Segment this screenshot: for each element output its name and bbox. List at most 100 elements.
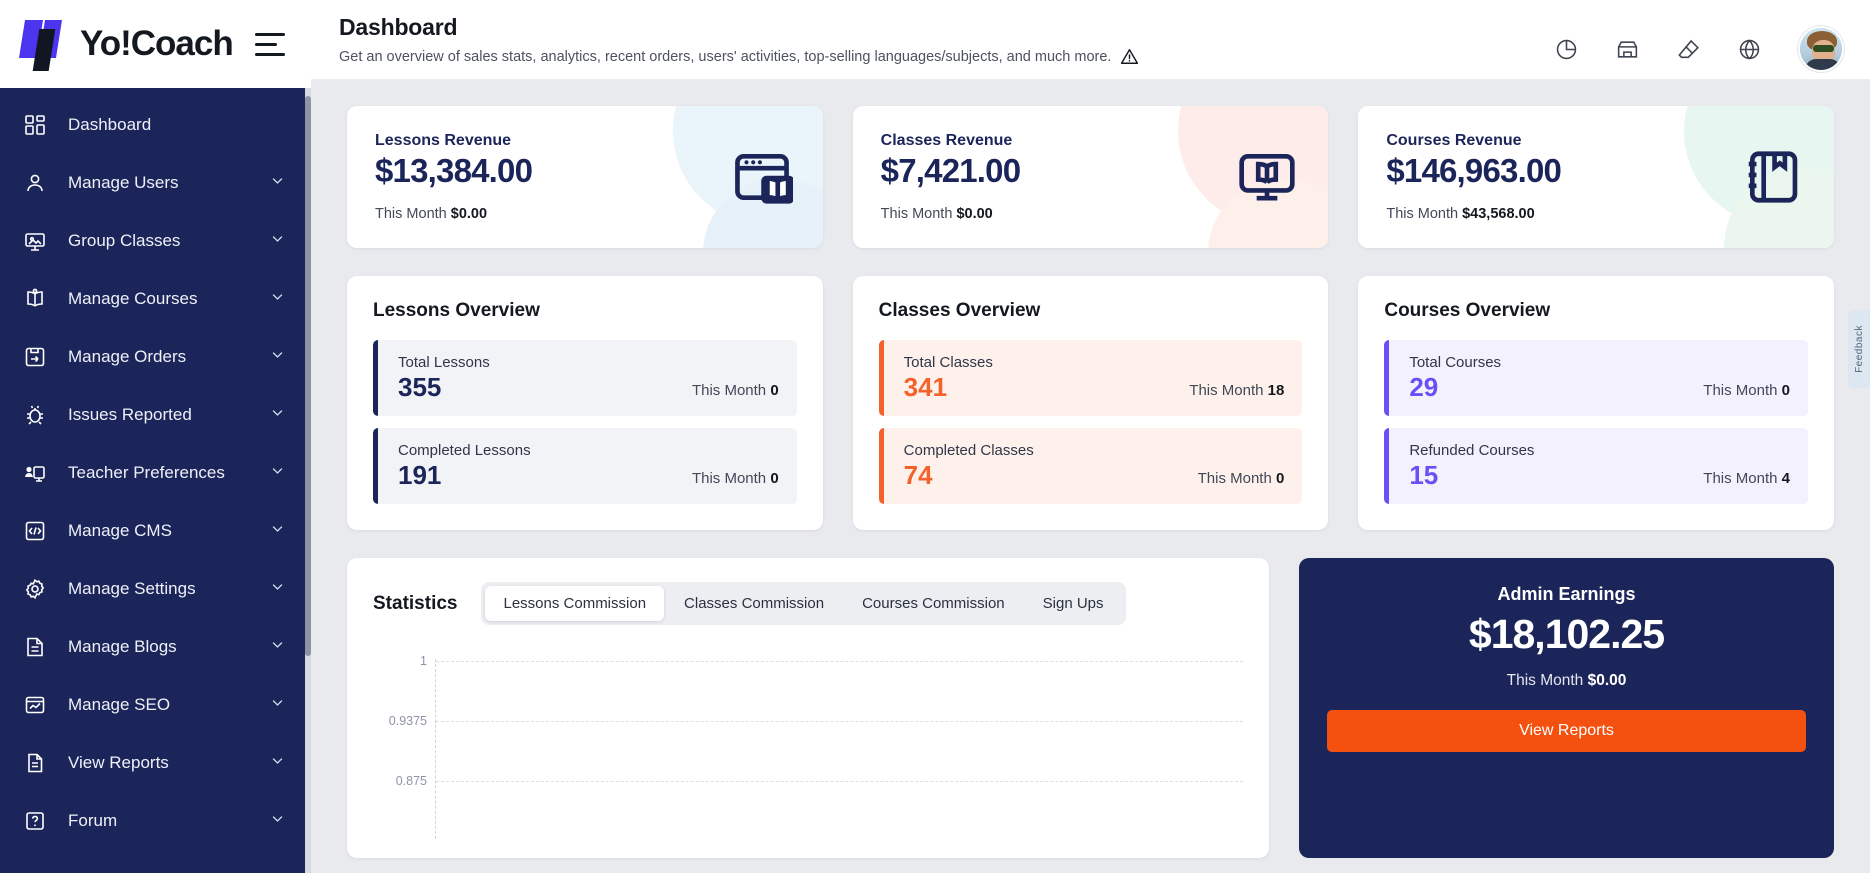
sidebar-item-issues-reported[interactable]: Issues Reported: [0, 386, 311, 444]
sidebar-item-label: Dashboard: [68, 115, 151, 135]
sidebar-item-manage-cms[interactable]: Manage CMS: [0, 502, 311, 560]
sidebar: Yo!Coach Dashboard Manage Users Group Cl…: [0, 0, 311, 873]
user-avatar[interactable]: [1798, 26, 1844, 72]
chevron-down-icon: [270, 173, 285, 193]
yocoach-logo-icon: [22, 17, 66, 71]
stat-value: 15: [1409, 461, 1534, 490]
app-root: Yo!Coach Dashboard Manage Users Group Cl…: [0, 0, 1870, 873]
sidebar-item-label: Manage Users: [68, 173, 179, 193]
stat-label: Total Lessons: [398, 354, 490, 371]
user-icon: [22, 170, 48, 196]
stat-month: This Month 4: [1703, 470, 1790, 490]
chevron-down-icon: [270, 405, 285, 425]
sidebar-item-group-classes[interactable]: Group Classes: [0, 212, 311, 270]
overview-stat-completed-lessons: Completed Lessons 191 This Month 0: [373, 428, 797, 504]
statistics-title: Statistics: [373, 593, 457, 615]
sidebar-item-label: Manage CMS: [68, 521, 172, 541]
document-icon: [22, 750, 48, 776]
browser-book-icon: [731, 146, 793, 213]
stat-value: 29: [1409, 373, 1501, 402]
brand-header: Yo!Coach: [0, 0, 311, 88]
sidebar-item-label: Issues Reported: [68, 405, 192, 425]
gear-icon: [22, 576, 48, 602]
sidebar-item-label: Group Classes: [68, 231, 180, 251]
stat-month-label: This Month: [1703, 382, 1777, 399]
statistics-row: Statistics Lessons Commission Classes Co…: [347, 558, 1834, 858]
tab-sign-ups[interactable]: Sign Ups: [1025, 586, 1122, 621]
card-month-value: $43,568.00: [1462, 206, 1535, 222]
sidebar-item-manage-settings[interactable]: Manage Settings: [0, 560, 311, 618]
stat-month-value: 0: [1782, 382, 1790, 399]
stat-label: Completed Classes: [904, 442, 1034, 459]
feedback-side-tab[interactable]: Feedback: [1848, 310, 1870, 388]
dashboard-icon: [22, 112, 48, 138]
view-reports-button[interactable]: View Reports: [1327, 710, 1806, 752]
card-month-label: This Month: [881, 206, 953, 222]
chevron-down-icon: [270, 695, 285, 715]
sidebar-item-forum[interactable]: Forum: [0, 792, 311, 850]
chart-y-axis: 1 0.9375 0.875: [373, 659, 435, 839]
stat-value: 74: [904, 461, 1034, 490]
revenue-card-classes: Classes Revenue $7,421.00 This Month $0.…: [853, 106, 1329, 248]
stat-month-label: This Month: [1703, 470, 1777, 487]
topbar: Dashboard Get an overview of sales stats…: [311, 0, 1870, 80]
revenue-card-courses: Courses Revenue $146,963.00 This Month $…: [1358, 106, 1834, 248]
sidebar-item-dashboard[interactable]: Dashboard: [0, 96, 311, 154]
sidebar-item-manage-users[interactable]: Manage Users: [0, 154, 311, 212]
earnings-title: Admin Earnings: [1327, 584, 1806, 605]
pie-chart-icon[interactable]: [1554, 37, 1579, 62]
chart-box-icon: [22, 692, 48, 718]
sidebar-item-manage-orders[interactable]: Manage Orders: [0, 328, 311, 386]
main-area: Dashboard Get an overview of sales stats…: [311, 0, 1870, 873]
tab-classes-commission[interactable]: Classes Commission: [666, 586, 842, 621]
eraser-icon[interactable]: [1676, 37, 1701, 62]
sidebar-item-teacher-preferences[interactable]: Teacher Preferences: [0, 444, 311, 502]
y-tick: 0.9375: [389, 714, 427, 728]
card-title: Lessons Overview: [373, 300, 797, 322]
stat-label: Refunded Courses: [1409, 442, 1534, 459]
tab-lessons-commission[interactable]: Lessons Commission: [485, 586, 664, 621]
globe-icon[interactable]: [1737, 37, 1762, 62]
sidebar-item-manage-blogs[interactable]: Manage Blogs: [0, 618, 311, 676]
blog-icon: [22, 634, 48, 660]
stat-label: Completed Lessons: [398, 442, 531, 459]
stat-month-value: 18: [1268, 382, 1285, 399]
topbar-icons: [1554, 12, 1844, 72]
menu-toggle-icon[interactable]: [255, 31, 289, 57]
sidebar-item-label: Manage Orders: [68, 347, 186, 367]
warning-triangle-icon[interactable]: [1120, 47, 1139, 66]
chevron-down-icon: [270, 521, 285, 541]
presentation-icon: [22, 460, 48, 486]
statistics-tabs: Lessons Commission Classes Commission Co…: [481, 582, 1125, 625]
topbar-left: Dashboard Get an overview of sales stats…: [339, 12, 1139, 66]
sidebar-item-label: Manage SEO: [68, 695, 170, 715]
y-tick: 0.875: [396, 774, 427, 788]
chevron-down-icon: [270, 289, 285, 309]
sidebar-item-manage-seo[interactable]: Manage SEO: [0, 676, 311, 734]
chevron-down-icon: [270, 811, 285, 831]
save-icon: [22, 344, 48, 370]
revenue-cards-row: Lessons Revenue $13,384.00 This Month $0…: [347, 106, 1834, 248]
sidebar-item-label: View Reports: [68, 753, 169, 773]
stat-value: 191: [398, 461, 531, 490]
statistics-card: Statistics Lessons Commission Classes Co…: [347, 558, 1269, 858]
stat-month-value: 4: [1782, 470, 1790, 487]
brand-name: Yo!Coach: [80, 24, 233, 64]
sidebar-item-label: Manage Courses: [68, 289, 197, 309]
stat-month-label: This Month: [1189, 382, 1263, 399]
monitor-book-icon: [1236, 146, 1298, 213]
store-icon[interactable]: [1615, 37, 1640, 62]
card-month-label: This Month: [1386, 206, 1458, 222]
overview-stat-total-lessons: Total Lessons 355 This Month 0: [373, 340, 797, 416]
stat-month-label: This Month: [692, 470, 766, 487]
whiteboard-icon: [22, 228, 48, 254]
admin-earnings-card: Admin Earnings $18,102.25 This Month $0.…: [1299, 558, 1834, 858]
stat-value: 355: [398, 373, 490, 402]
statistics-header: Statistics Lessons Commission Classes Co…: [373, 582, 1243, 625]
page-subtitle-row: Get an overview of sales stats, analytic…: [339, 47, 1139, 66]
bug-icon: [22, 402, 48, 428]
sidebar-item-manage-courses[interactable]: Manage Courses: [0, 270, 311, 328]
overview-card-classes: Classes Overview Total Classes 341 This …: [853, 276, 1329, 530]
tab-courses-commission[interactable]: Courses Commission: [844, 586, 1023, 621]
sidebar-item-view-reports[interactable]: View Reports: [0, 734, 311, 792]
